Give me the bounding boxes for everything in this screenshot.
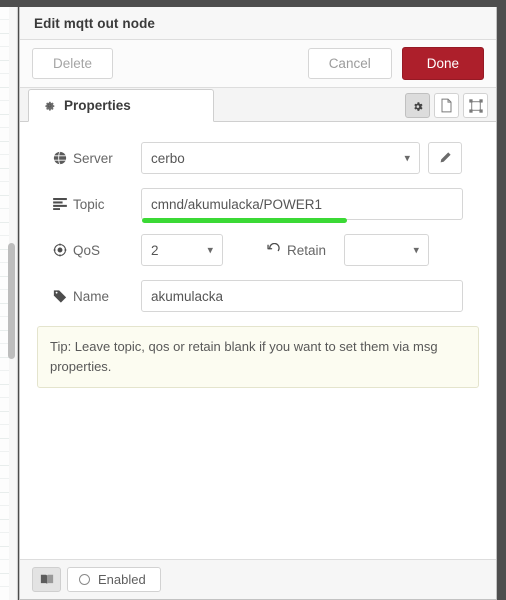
topic-label-group: Topic [36,197,141,212]
server-label-group: Server [36,151,141,166]
qos-select-wrap: 2 ▾ [141,234,223,266]
retain-icon [266,243,281,258]
editor-top-chrome [0,0,506,7]
name-label: Name [73,288,110,304]
topic-label: Topic [73,196,105,212]
left-panel-scrollbar-thumb[interactable] [8,243,15,359]
qos-label-group: QoS [36,243,141,258]
dialog-body: Server cerbo ▾ Topic cmnd/akumulacka/POW… [20,122,496,559]
list-icon [52,197,67,212]
tag-icon [52,289,67,304]
name-label-group: Name [36,289,141,304]
form-row-server: Server cerbo ▾ [36,142,480,174]
server-label: Server [73,150,113,166]
retain-label-group: Retain [223,243,344,258]
server-select[interactable]: cerbo [141,142,420,174]
dialog-footer: Enabled [20,559,496,599]
tab-properties[interactable]: Properties [28,89,214,122]
editor-workspace: Edit mqtt out node Delete Cancel Done Pr… [0,0,506,600]
dialog-title: Edit mqtt out node [34,15,156,31]
help-button[interactable] [32,567,61,592]
form-row-name: Name [36,280,480,312]
qos-label: QoS [73,242,101,258]
server-select-wrap: cerbo ▾ [141,142,420,174]
retain-label: Retain [287,242,327,258]
done-button[interactable]: Done [401,47,484,80]
target-icon [52,243,67,258]
retain-select-wrap: ▾ [344,234,430,266]
dialog-action-bar: Delete Cancel Done [20,40,496,88]
topic-input[interactable] [141,188,463,220]
name-input[interactable] [141,280,463,312]
pencil-icon [438,151,452,165]
editor-left-panel [0,7,18,600]
book-icon [40,573,54,586]
form-row-topic: Topic [36,188,480,223]
cancel-button[interactable]: Cancel [307,48,392,79]
gear-icon [43,99,56,112]
qos-select[interactable]: 2 [141,234,223,266]
gear-icon[interactable] [405,93,430,118]
delete-button[interactable]: Delete [32,48,114,79]
dialog-tab-bar: Properties [20,88,496,122]
topic-input-wrap [141,188,463,223]
appearance-icon[interactable] [463,93,488,118]
edit-server-button[interactable] [428,142,462,174]
dialog-titlebar: Edit mqtt out node [20,7,496,40]
edit-node-dialog: Edit mqtt out node Delete Cancel Done Pr… [19,7,497,600]
description-icon[interactable] [434,93,459,118]
globe-icon [52,151,67,166]
circle-icon [79,574,90,585]
tab-properties-label: Properties [64,98,131,113]
retain-select[interactable] [344,234,430,266]
tip-box: Tip: Leave topic, qos or retain blank if… [37,326,479,389]
enabled-label: Enabled [98,572,146,587]
left-panel-scrollbar-track[interactable] [8,7,16,600]
editor-right-chrome [497,0,506,600]
form-row-qos-retain: QoS 2 ▾ Retain ▾ [36,234,480,266]
enabled-toggle[interactable]: Enabled [67,567,161,592]
tab-tool-buttons [405,93,488,118]
